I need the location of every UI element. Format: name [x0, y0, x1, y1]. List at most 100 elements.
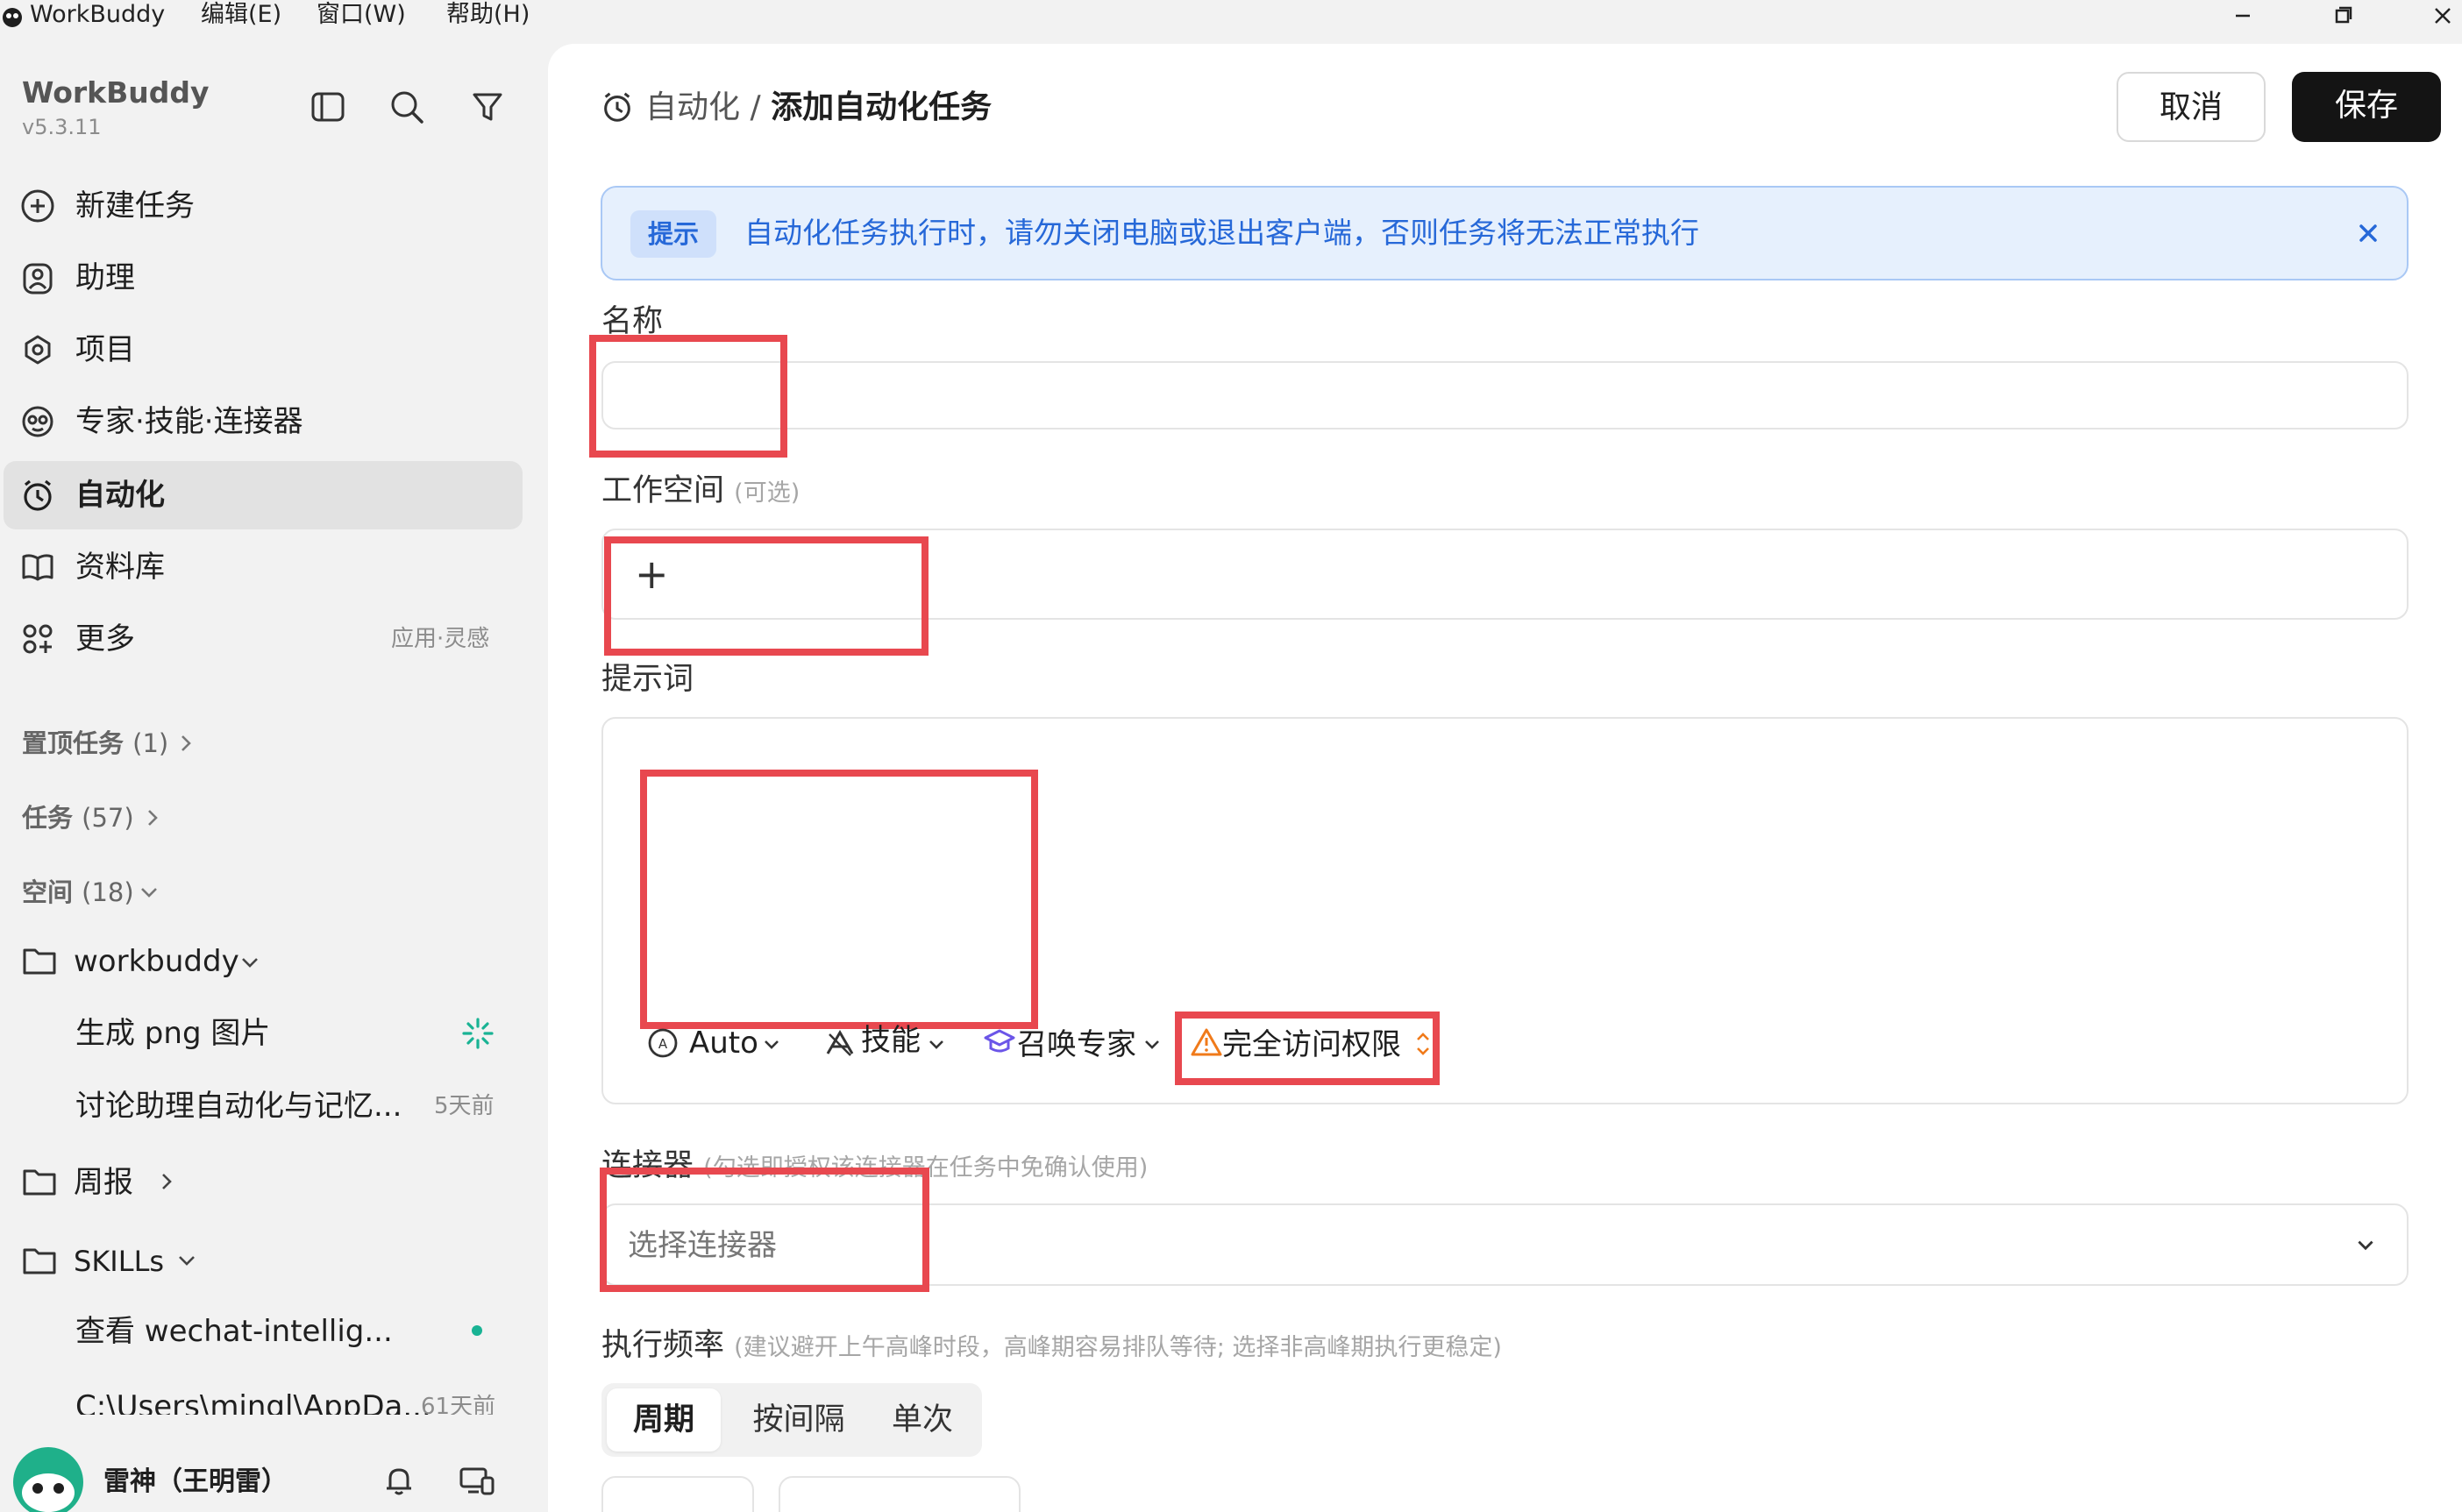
model-icon: A — [648, 1028, 678, 1058]
chevron-down-icon[interactable] — [761, 1034, 782, 1055]
more-meta: 应用·灵感 — [391, 626, 490, 652]
sidebar-item-assistant[interactable]: 助理 — [0, 244, 548, 312]
devices-icon[interactable] — [458, 1462, 496, 1499]
section-label: 任务 — [22, 803, 74, 833]
sidebar-item-library[interactable]: 资料库 — [0, 533, 548, 601]
app-version: v5.3.11 — [22, 115, 102, 139]
tree-skills[interactable]: SKILLs — [74, 1234, 164, 1288]
tip-badge: 提示 — [630, 210, 716, 258]
save-button[interactable]: 保存 — [2292, 72, 2441, 142]
menu-edit[interactable]: 编辑(E) — [201, 0, 281, 30]
section-pinned[interactable]: 置顶任务 (1) — [22, 721, 168, 765]
sidebar-item-label: 资料库 — [75, 550, 165, 585]
alarm-clock-icon — [24, 479, 52, 511]
tree-workbuddy[interactable]: workbuddy — [74, 934, 239, 989]
menu-window[interactable]: 窗口(W) — [317, 0, 406, 30]
highlight-box — [589, 335, 787, 458]
frequency-label-text: 执行频率 — [601, 1328, 725, 1363]
chevron-right-icon[interactable] — [142, 807, 163, 828]
alarm-clock-icon — [604, 92, 630, 122]
frequency-label: 执行频率 (建议避开上午高峰时段，高峰期容易排队等待; 选择非高峰期执行更稳定) — [601, 1324, 1502, 1367]
sidebar-item-label: 助理 — [75, 260, 135, 295]
assistant-icon — [23, 263, 53, 295]
workspace-hint: (可选) — [734, 479, 801, 507]
cancel-button[interactable]: 取消 — [2117, 72, 2266, 142]
skills-icon — [826, 1030, 854, 1056]
sidebar-item-project[interactable]: 项目 — [0, 316, 548, 384]
book-icon — [22, 554, 53, 581]
graduation-cap-icon — [984, 1029, 1015, 1053]
frequency-hint: (建议避开上午高峰时段，高峰期容易排队等待; 选择非高峰期执行更稳定) — [734, 1334, 1502, 1361]
breadcrumb-separator: / — [750, 89, 761, 125]
workspace-label: 工作空间 (可选) — [601, 469, 800, 513]
section-tasks[interactable]: 任务 (57) — [22, 796, 134, 840]
sidebar-item-label: 更多 — [75, 621, 135, 657]
sidebar-item-experts[interactable]: 专家·技能·连接器 — [0, 387, 548, 456]
close-icon[interactable] — [2354, 219, 2382, 247]
tree-item-path[interactable]: C:\Users\mingl\AppDa... — [75, 1380, 431, 1415]
name-input[interactable] — [601, 361, 2409, 429]
item-timestamp: 61天前 — [421, 1394, 496, 1415]
summon-expert-selector[interactable]: 召唤专家 — [1017, 1023, 1136, 1067]
frequency-tabs: 周期 按间隔 单次 — [601, 1383, 982, 1457]
title-bar: WorkBuddy 编辑(E) 窗口(W) 帮助(H) — [0, 0, 2462, 44]
minimize-icon[interactable] — [2225, 2, 2260, 30]
plus-circle-icon — [21, 189, 54, 223]
app-logo-icon — [3, 8, 22, 27]
menu-help[interactable]: 帮助(H) — [446, 0, 530, 30]
expert-icon — [22, 406, 53, 437]
chevron-down-icon[interactable] — [2353, 1234, 2378, 1257]
svg-text:A: A — [658, 1036, 668, 1052]
highlight-box — [1175, 1012, 1440, 1085]
time-picker[interactable] — [779, 1476, 1021, 1512]
tree-item-wechat[interactable]: 查看 wechat-intellig... — [75, 1304, 393, 1359]
skills-selector[interactable]: 技能 — [861, 1019, 921, 1062]
section-count: (57) — [82, 803, 134, 833]
chevron-down-icon[interactable] — [238, 952, 261, 973]
tree-weekly[interactable]: 周报 — [74, 1155, 133, 1210]
chevron-down-icon[interactable] — [139, 882, 160, 903]
chevron-down-icon[interactable] — [926, 1034, 947, 1055]
chevron-down-icon[interactable] — [175, 1250, 198, 1271]
section-count: (18) — [82, 877, 134, 907]
sidebar-item-label: 自动化 — [75, 478, 165, 513]
app-name: WorkBuddy — [30, 1, 166, 28]
highlight-box — [600, 1168, 929, 1292]
bell-icon[interactable] — [381, 1462, 417, 1499]
sidebar-item-new-task[interactable]: 新建任务 — [0, 172, 548, 240]
tree-item-clip: C:\Users\mingl\AppDa... 61天前 — [0, 1380, 548, 1415]
avatar[interactable] — [11, 1445, 86, 1512]
tree-item-discussion[interactable]: 讨论助理自动化与记忆... — [75, 1079, 402, 1133]
folder-icon — [23, 1248, 56, 1274]
item-timestamp: 5天前 — [434, 1093, 495, 1119]
breadcrumb-parent[interactable]: 自动化 — [645, 89, 740, 125]
period-select[interactable] — [601, 1476, 754, 1512]
sidebar-item-more[interactable]: 更多 应用·灵感 — [0, 605, 548, 673]
filter-icon[interactable] — [468, 88, 507, 126]
user-name[interactable]: 雷神（王明雷） — [103, 1460, 288, 1504]
sidebar-toggle-icon[interactable] — [309, 88, 347, 126]
chevron-down-icon[interactable] — [1142, 1034, 1163, 1055]
search-icon[interactable] — [388, 88, 426, 126]
sidebar-item-label: 专家·技能·连接器 — [75, 404, 303, 439]
tab-periodic[interactable]: 周期 — [607, 1388, 721, 1452]
loading-spinner-icon — [462, 1018, 494, 1049]
highlight-box — [640, 770, 1038, 1029]
sidebar-item-automation[interactable]: 自动化 — [4, 461, 523, 529]
tip-text: 自动化任务执行时，请勿关闭电脑或退出客户端，否则任务将无法正常执行 — [744, 216, 1699, 250]
sidebar-item-label: 项目 — [75, 332, 135, 367]
tab-once[interactable]: 单次 — [870, 1388, 975, 1452]
folder-icon — [23, 948, 56, 975]
chevron-right-icon[interactable] — [156, 1171, 177, 1192]
tip-banner: 提示 自动化任务执行时，请勿关闭电脑或退出客户端，否则任务将无法正常执行 — [601, 186, 2409, 280]
project-icon — [25, 335, 51, 365]
model-selector[interactable]: Auto — [689, 1021, 758, 1065]
tree-item-png[interactable]: 生成 png 图片 — [75, 1006, 270, 1061]
folder-icon — [23, 1169, 56, 1196]
window-close-icon[interactable] — [2425, 2, 2460, 30]
tab-interval[interactable]: 按间隔 — [733, 1388, 865, 1452]
sidebar-item-label: 新建任务 — [75, 188, 195, 224]
restore-icon[interactable] — [2325, 2, 2360, 30]
section-spaces[interactable]: 空间 (18) — [22, 870, 134, 914]
chevron-right-icon[interactable] — [175, 733, 196, 754]
